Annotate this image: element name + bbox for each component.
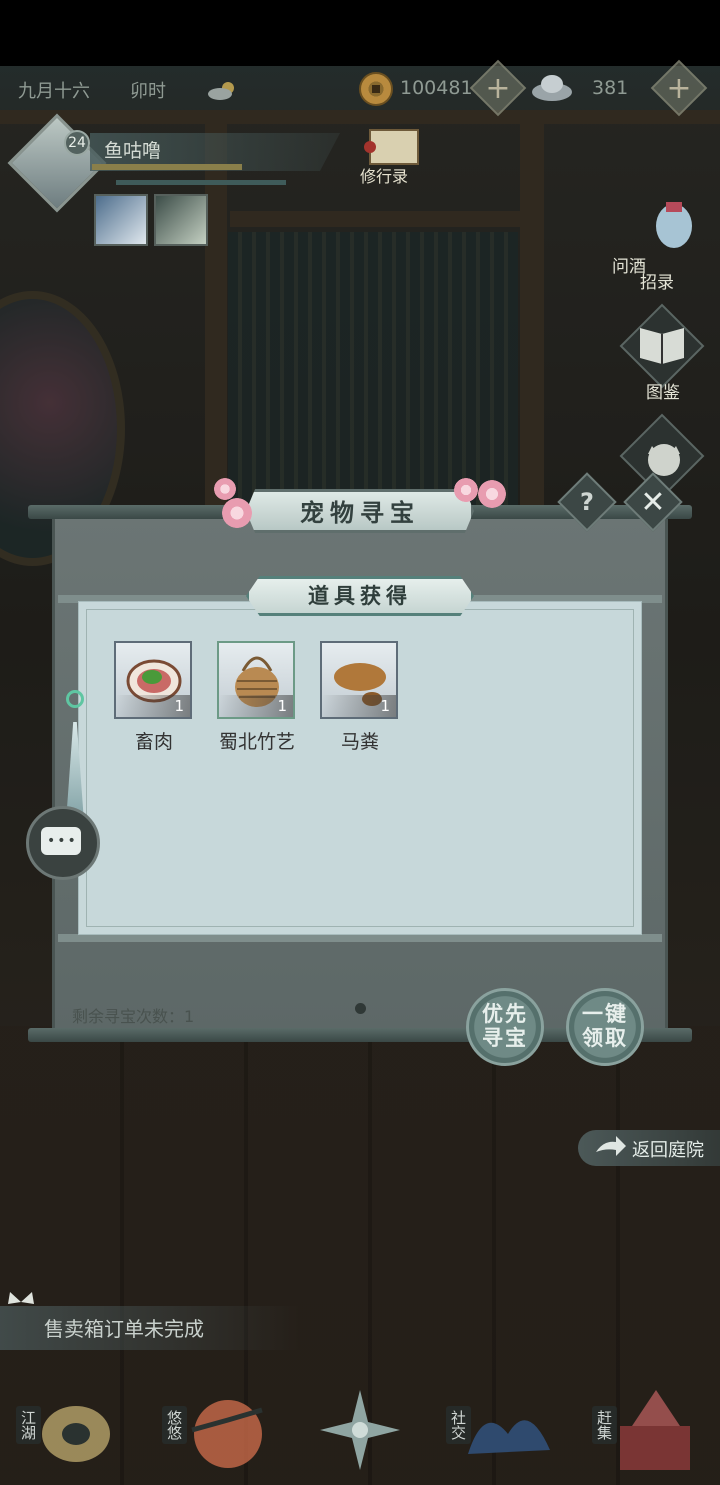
- item-name: 蜀北竹艺: [218, 731, 295, 753]
- xiuxing-label: 修行录: [360, 167, 409, 186]
- collect-all-button[interactable]: 一键 领取: [566, 988, 644, 1066]
- item-count: 1: [277, 697, 287, 715]
- flower-decoration: [454, 478, 478, 502]
- waves-icon: [468, 1420, 550, 1454]
- sun-crane-icon: [191, 1400, 263, 1468]
- item-slot: 1: [114, 641, 192, 719]
- item-count: 1: [174, 697, 184, 715]
- chat-button[interactable]: •••: [26, 806, 100, 880]
- nav-label: 社交: [446, 1406, 471, 1444]
- cloud-sun-icon: [208, 82, 234, 100]
- reward-title: 道具获得: [308, 583, 412, 608]
- nav-youyou[interactable]: 悠悠: [156, 1380, 266, 1480]
- reward-item-manure[interactable]: 1 马粪: [320, 641, 400, 753]
- reward-item-bamboo[interactable]: 1 蜀北竹艺: [217, 641, 297, 753]
- flower-decoration: [478, 480, 506, 508]
- silver-ingot-icon: [532, 75, 572, 101]
- date-label: 九月十六: [18, 81, 90, 102]
- silver-count: 381: [592, 77, 629, 99]
- priority-treasure-button[interactable]: 优先 寻宝: [466, 988, 544, 1066]
- return-arrow-icon: [596, 1136, 626, 1156]
- help-icon: ?: [580, 488, 594, 516]
- coin-icon: [359, 72, 393, 106]
- chat-dots-icon: •••: [47, 833, 78, 849]
- tujian-label: 图鉴: [646, 383, 680, 403]
- nav-label: 江湖: [16, 1406, 41, 1444]
- wenjiu-label-2: 招录: [640, 273, 674, 293]
- player-name: 鱼咕噜: [104, 140, 162, 162]
- dialog-title: 宠物寻宝: [300, 498, 420, 527]
- market-cart-icon: [620, 1390, 690, 1470]
- time-label: 卯时: [130, 81, 166, 102]
- player-level: 24: [64, 130, 90, 156]
- exp-bar: [92, 164, 242, 170]
- reward-item-meat[interactable]: 1 畜肉: [114, 641, 194, 753]
- flower-decoration: [222, 498, 252, 528]
- priority-line2: 寻宝: [482, 1025, 528, 1050]
- flower-decoration: [214, 478, 236, 500]
- nav-jianghu[interactable]: 江湖: [10, 1380, 120, 1480]
- item-slot: 1: [217, 641, 295, 719]
- coin-count: 100481: [400, 77, 473, 99]
- remaining-count: 剩余寻宝次数：1: [72, 1007, 195, 1026]
- pet-companion-icon[interactable]: [154, 194, 208, 246]
- return-courtyard-label: 返回庭院: [632, 1140, 704, 1161]
- item-name: 马粪: [340, 731, 379, 753]
- notice-text: 售卖箱订单未完成: [44, 1317, 204, 1341]
- wine-jar-icon[interactable]: [622, 198, 702, 258]
- nav-label: 赶集: [592, 1406, 617, 1444]
- item-slot: 1: [320, 641, 398, 719]
- cat-icon: [648, 444, 680, 476]
- pet-horse-icon[interactable]: [94, 194, 148, 246]
- nav-ganji[interactable]: 赶集: [586, 1380, 696, 1480]
- nav-shejiao[interactable]: 社交: [440, 1380, 550, 1480]
- page-indicator-dot: [355, 1003, 366, 1014]
- priority-line1: 优先: [482, 1001, 528, 1026]
- item-name: 畜肉: [134, 731, 173, 753]
- stamina-bar: [116, 180, 286, 185]
- butterfly-icon: [8, 1292, 34, 1304]
- jade-ring-decoration: [66, 690, 84, 708]
- collect-line1: 一键: [582, 1001, 628, 1026]
- open-book-icon: [640, 328, 684, 364]
- bamboo-hat-icon: [42, 1406, 110, 1462]
- close-icon: ✕: [640, 484, 666, 520]
- item-count: 1: [380, 697, 390, 715]
- nav-label: 悠悠: [162, 1406, 187, 1444]
- reward-rod-bottom: [58, 934, 662, 942]
- collect-line2: 领取: [582, 1025, 628, 1050]
- compass-star-icon[interactable]: [318, 1388, 402, 1472]
